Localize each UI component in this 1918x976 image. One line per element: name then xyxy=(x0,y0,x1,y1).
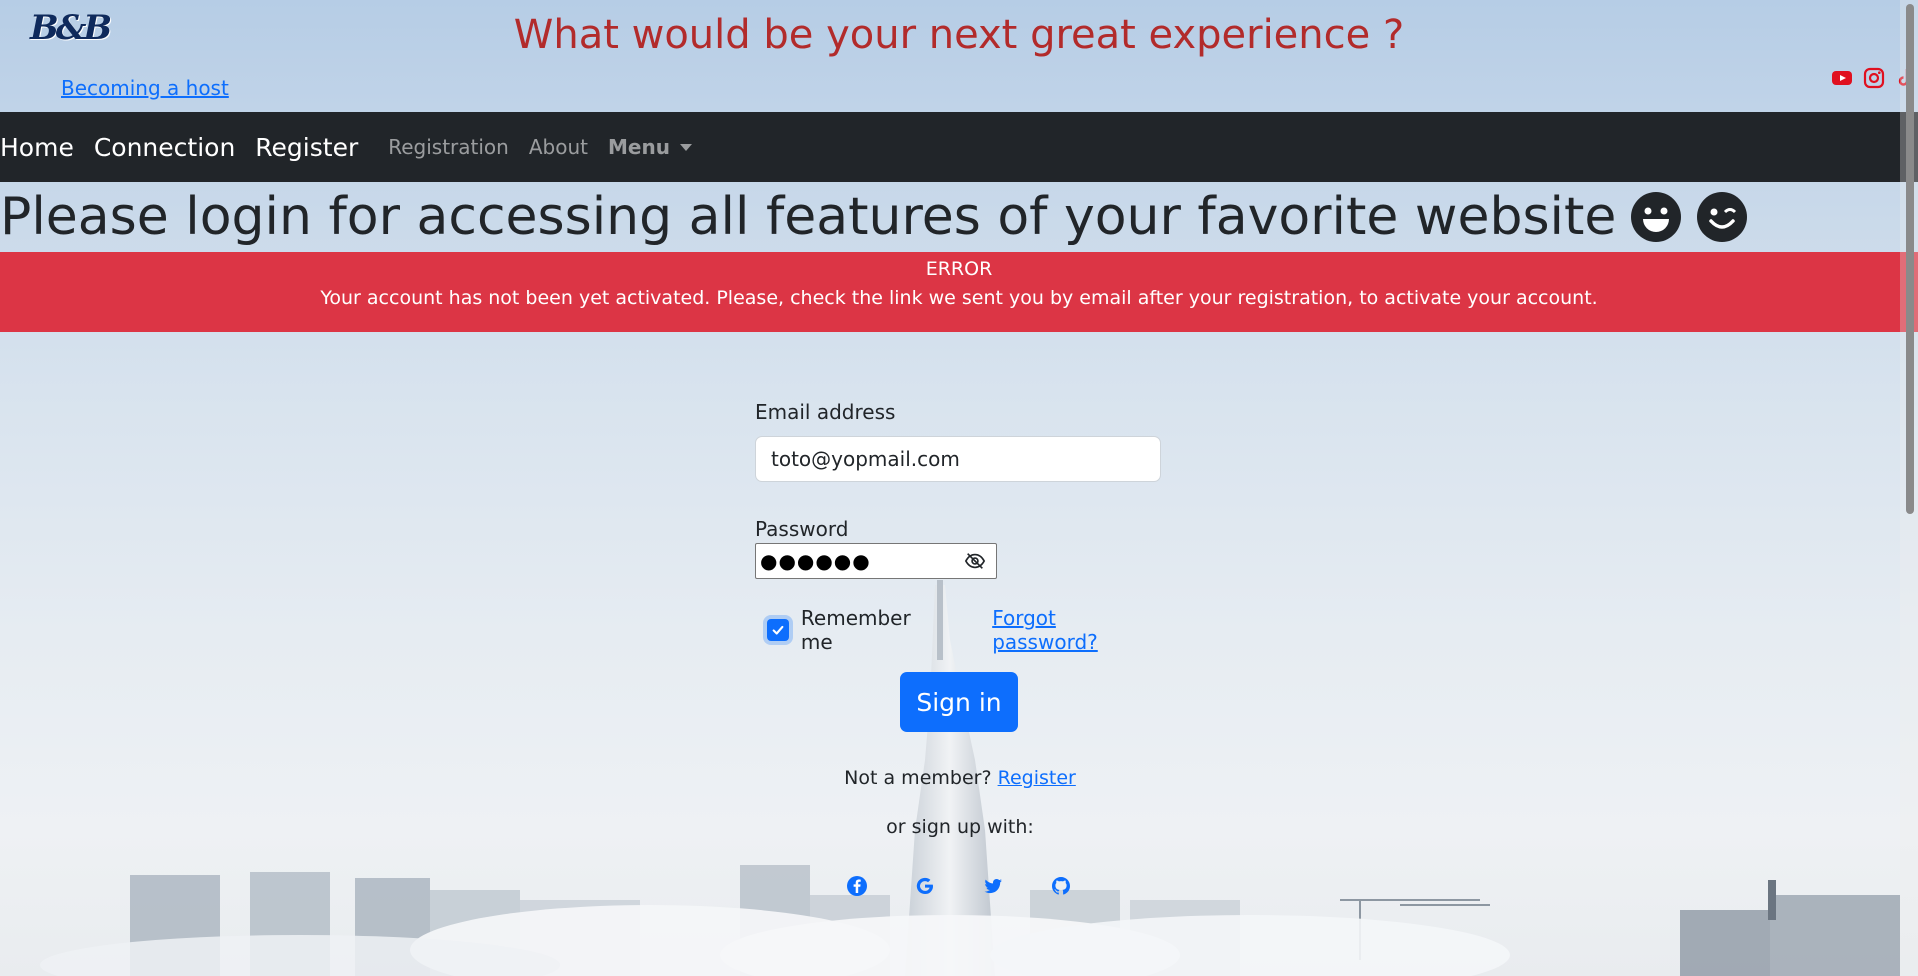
alert-title: ERROR xyxy=(925,258,993,280)
nav-menu-label: Menu xyxy=(607,135,670,159)
grinning-face-icon xyxy=(1630,191,1682,243)
email-field[interactable] xyxy=(755,436,1161,482)
nav-register[interactable]: Register xyxy=(255,133,358,162)
page-title-text: Please login for accessing all features … xyxy=(0,187,1617,247)
page-scrollbar[interactable] xyxy=(1900,0,1918,976)
forgot-password-link[interactable]: Forgot password? xyxy=(992,606,1167,654)
nav-about[interactable]: About xyxy=(529,135,588,159)
alert-message: Your account has not been yet activated.… xyxy=(320,287,1598,309)
winking-face-icon xyxy=(1696,191,1748,243)
main-navbar: Home Connection Register Registration Ab… xyxy=(0,112,1918,182)
facebook-icon[interactable] xyxy=(845,874,869,898)
header-tagline: What would be your next great experience… xyxy=(513,12,1405,58)
password-label: Password xyxy=(755,517,849,541)
page-title: Please login for accessing all features … xyxy=(0,182,1748,252)
youtube-icon[interactable] xyxy=(1830,66,1854,90)
signup-with-text: or sign up with: xyxy=(886,816,1034,838)
social-signup-buttons xyxy=(845,874,1073,898)
github-icon[interactable] xyxy=(1049,874,1073,898)
password-value: ●●●●●● xyxy=(760,549,871,573)
twitter-icon[interactable] xyxy=(981,874,1005,898)
nav-home[interactable]: Home xyxy=(0,133,74,162)
not-member-row: Not a member? Register xyxy=(755,767,1165,789)
eye-slash-icon[interactable] xyxy=(964,550,986,572)
error-alert: ERROR Your account has not been yet acti… xyxy=(0,252,1918,332)
register-link[interactable]: Register xyxy=(998,767,1076,789)
email-label: Email address xyxy=(755,400,896,424)
instagram-icon[interactable] xyxy=(1862,66,1886,90)
nav-connection[interactable]: Connection xyxy=(94,133,235,162)
chevron-down-icon xyxy=(679,143,692,151)
scrollbar-thumb[interactable] xyxy=(1906,4,1914,514)
remember-me-label[interactable]: Remember me xyxy=(801,606,948,654)
remember-row: Remember me Forgot password? xyxy=(767,606,1167,654)
remember-me-checkbox[interactable] xyxy=(767,619,789,641)
becoming-a-host-link[interactable]: Becoming a host xyxy=(61,76,229,100)
not-member-text: Not a member? xyxy=(844,767,992,789)
nav-registration[interactable]: Registration xyxy=(388,135,509,159)
top-header: B&B Becoming a host What would be your n… xyxy=(0,0,1918,112)
sign-in-button[interactable]: Sign in xyxy=(900,672,1018,732)
google-icon[interactable] xyxy=(913,874,937,898)
nav-menu-dropdown[interactable]: Menu xyxy=(608,135,692,159)
page: B&B Becoming a host What would be your n… xyxy=(0,0,1918,976)
password-field[interactable]: ●●●●●● xyxy=(755,543,997,579)
